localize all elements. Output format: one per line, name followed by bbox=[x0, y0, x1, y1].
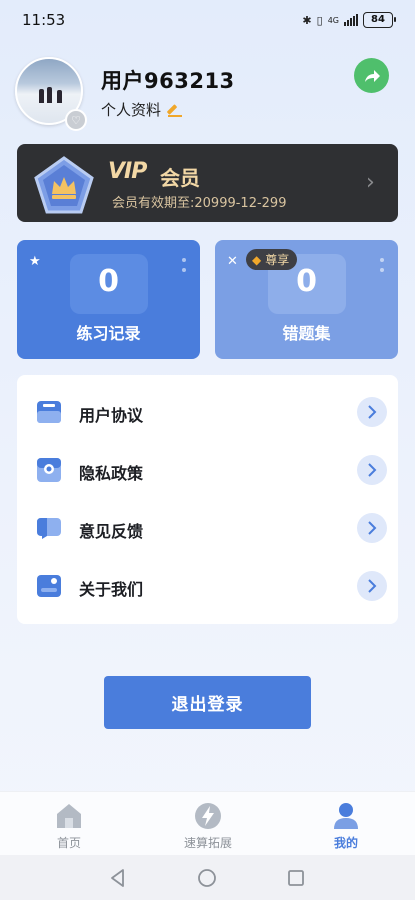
chevron-right-icon bbox=[357, 455, 387, 485]
tab-quick-calc[interactable]: 速算拓展 bbox=[158, 792, 258, 856]
vip-logo: VIP bbox=[108, 159, 147, 184]
profile-link[interactable]: 个人资料 bbox=[101, 99, 183, 120]
tab-home[interactable]: 首页 bbox=[19, 792, 119, 856]
tab-label: 首页 bbox=[56, 836, 81, 850]
chevron-right-icon bbox=[357, 571, 387, 601]
tab-mine[interactable]: 我的 bbox=[296, 792, 396, 856]
menu-item-user-agreement[interactable]: 用户协议 bbox=[17, 384, 398, 442]
signal-icon bbox=[344, 14, 358, 26]
vip-expiry: 会员有效期至:20999-12-299 bbox=[112, 196, 287, 211]
bluetooth-icon: ✱ bbox=[302, 13, 312, 27]
wrong-label: 错题集 bbox=[282, 324, 331, 343]
chevron-right-icon bbox=[357, 513, 387, 543]
bottom-nav: 首页 速算拓展 我的 bbox=[0, 791, 415, 855]
status-icons: ✱ ▯ 4G 84 bbox=[302, 12, 396, 28]
menu-label: 隐私政策 bbox=[79, 464, 144, 483]
menu-label: 用户协议 bbox=[79, 406, 144, 425]
avatar[interactable]: ♡ bbox=[15, 57, 87, 131]
practice-count: 0 bbox=[98, 264, 119, 299]
username: 用户963213 bbox=[101, 69, 235, 93]
agreement-icon bbox=[37, 401, 61, 423]
home-circle-icon[interactable] bbox=[197, 868, 217, 888]
practice-record-card[interactable]: ★ 0 练习记录 bbox=[17, 240, 200, 359]
menu-item-feedback[interactable]: 意见反馈 bbox=[17, 500, 398, 558]
share-icon bbox=[364, 69, 380, 82]
avatar-figure bbox=[57, 90, 62, 103]
lightning-icon bbox=[195, 803, 221, 829]
menu-item-privacy-policy[interactable]: 隐私政策 bbox=[17, 442, 398, 500]
avatar-figure bbox=[47, 87, 52, 103]
menu-item-about-us[interactable]: 关于我们 bbox=[17, 558, 398, 616]
feedback-icon bbox=[37, 518, 61, 539]
chevron-right-icon bbox=[357, 397, 387, 427]
crown-emblem-icon bbox=[34, 156, 94, 214]
status-bar: 11:53 ✱ ▯ 4G 84 bbox=[0, 0, 415, 40]
battery-icon: 84 bbox=[363, 12, 396, 28]
about-icon bbox=[37, 575, 61, 597]
status-time: 11:53 bbox=[22, 11, 66, 29]
system-nav-bar bbox=[0, 855, 415, 900]
vibrate-icon: ▯ bbox=[316, 13, 323, 27]
wrong-count: 0 bbox=[296, 264, 317, 299]
share-button[interactable] bbox=[354, 58, 389, 93]
home-icon bbox=[57, 804, 81, 828]
privacy-icon bbox=[37, 458, 61, 482]
edit-icon bbox=[167, 102, 183, 118]
practice-label: 练习记录 bbox=[76, 324, 141, 343]
tab-label: 我的 bbox=[333, 836, 358, 850]
wrong-questions-card[interactable]: ✕ ◆ 尊享 0 错题集 bbox=[215, 240, 398, 359]
avatar-figure bbox=[39, 89, 44, 103]
network-type: 4G bbox=[327, 15, 339, 25]
user-icon bbox=[334, 803, 358, 829]
tab-label: 速算拓展 bbox=[183, 836, 232, 850]
recents-icon[interactable] bbox=[286, 868, 306, 888]
menu-card: 用户协议 隐私政策 意见反馈 关于我们 bbox=[17, 375, 398, 624]
profile-link-label: 个人资料 bbox=[101, 101, 162, 119]
back-icon[interactable] bbox=[108, 868, 128, 888]
chevron-right-icon: › bbox=[366, 170, 375, 195]
logout-button[interactable]: 退出登录 bbox=[104, 676, 311, 729]
vip-label: 会员 bbox=[160, 166, 200, 190]
menu-label: 关于我们 bbox=[79, 580, 144, 599]
menu-label: 意见反馈 bbox=[79, 522, 144, 541]
heart-badge-icon: ♡ bbox=[65, 109, 87, 131]
